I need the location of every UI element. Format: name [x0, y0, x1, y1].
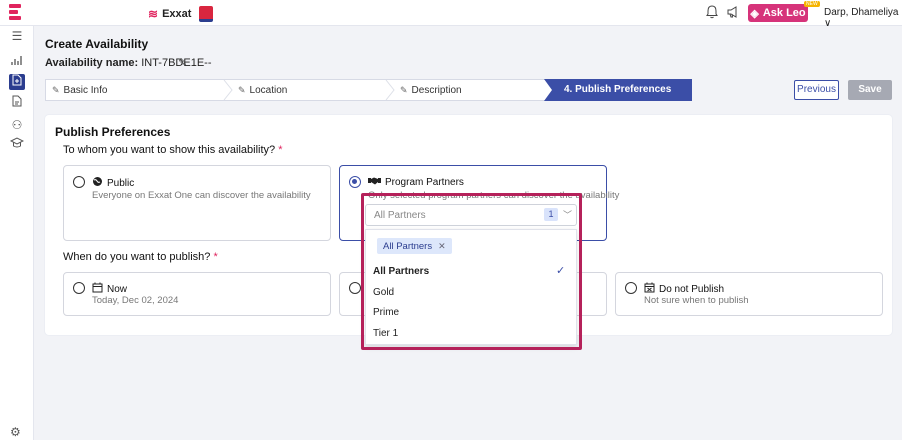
analytics-icon[interactable] [9, 54, 25, 70]
chevron-down-icon: ∨ [824, 18, 832, 29]
availability-name-value: INT-7BDE1E-- [141, 57, 212, 69]
option-label: Public [107, 177, 135, 189]
required-mark: * [278, 144, 283, 156]
do-not-publish-title: Do not Publish [644, 282, 724, 296]
step-basic-info[interactable]: ✎ Basic Info [52, 80, 107, 100]
step-label: Location [249, 85, 288, 96]
program-partners-option-title: Program Partners [368, 176, 464, 189]
pencil-icon: ✎ [52, 85, 60, 95]
handshake-icon [368, 176, 381, 189]
publish-question: When do you want to publish? * [63, 251, 218, 263]
user-name: Darp, Dhameliya [824, 7, 899, 18]
edit-pencil-icon[interactable]: ✎ [178, 56, 187, 69]
option-label: Now [107, 283, 128, 295]
step-publish-preferences[interactable]: 4. Publish Preferences [544, 79, 692, 101]
step-separator [385, 80, 395, 100]
ask-leo-label: Ask Leo [762, 7, 806, 19]
public-option[interactable]: Public Everyone on Exxat One can discove… [63, 165, 331, 241]
pencil-icon: ✎ [400, 85, 408, 95]
new-badge: NEW [804, 1, 820, 7]
document-icon[interactable] [9, 95, 25, 111]
publish-later-radio[interactable] [349, 282, 361, 294]
step-label: Basic Info [63, 85, 108, 96]
app-logo-icon[interactable] [9, 4, 21, 21]
bell-icon[interactable] [706, 5, 718, 22]
user-menu[interactable]: Darp, Dhameliya ∨ [824, 7, 902, 29]
step-label: Description [411, 85, 462, 96]
publish-now-title: Now [92, 282, 127, 296]
step-separator [223, 80, 233, 100]
sidebar: ☰ ⚇ [0, 26, 34, 440]
step-location[interactable]: ✎ Location [238, 80, 287, 100]
section-title: Publish Preferences [55, 125, 171, 139]
publish-now-option[interactable]: Now Today, Dec 02, 2024 [63, 272, 331, 316]
do-not-publish-option[interactable]: Do not Publish Not sure when to publish [615, 272, 883, 316]
publish-question-text: When do you want to publish? [63, 251, 211, 263]
do-not-publish-description: Not sure when to publish [644, 295, 749, 306]
globe-icon [92, 176, 103, 190]
save-button[interactable]: Save [848, 80, 892, 100]
hamburger-menu-icon[interactable]: ☰ [9, 28, 25, 44]
exxat-logo-icon: ≋ [148, 7, 159, 21]
create-document-icon[interactable] [9, 74, 25, 90]
do-not-publish-radio[interactable] [625, 282, 637, 294]
megaphone-icon[interactable] [726, 5, 740, 22]
previous-button[interactable]: Previous [794, 80, 839, 100]
step-wizard: ✎ Basic Info ✎ Location ✎ Description 4. Pu… [45, 79, 692, 101]
brand: ≋ Exxat [148, 6, 214, 22]
publish-now-radio[interactable] [73, 282, 85, 294]
public-option-description: Everyone on Exxat One can discover the a… [92, 190, 311, 201]
program-partners-radio[interactable] [349, 176, 361, 188]
audience-question-text: To whom you want to show this availabili… [63, 144, 276, 156]
publish-now-description: Today, Dec 02, 2024 [92, 295, 179, 306]
sparkle-icon: ◈ [750, 7, 759, 20]
pencil-icon: ✎ [238, 85, 246, 95]
users-icon[interactable]: ⚇ [9, 117, 25, 133]
school-crest-icon [199, 6, 214, 22]
public-radio[interactable] [73, 176, 85, 188]
page-title: Create Availability [45, 37, 149, 51]
ask-leo-button[interactable]: ◈ Ask Leo [748, 4, 808, 22]
availability-name-label: Availability name: [45, 57, 139, 69]
audience-question: To whom you want to show this availabili… [63, 144, 283, 156]
highlight-box [361, 193, 582, 350]
top-bar: ≋ Exxat ◈ Ask Leo NEW Darp, Dhameliya ∨ [0, 0, 902, 29]
graduation-cap-icon[interactable] [9, 137, 25, 153]
required-mark: * [213, 251, 218, 263]
calendar-x-icon [644, 282, 655, 296]
public-option-title: Public [92, 176, 134, 190]
option-label: Do not Publish [659, 283, 725, 295]
option-label: Program Partners [385, 177, 464, 188]
calendar-icon [92, 282, 103, 296]
step-description[interactable]: ✎ Description [400, 80, 462, 100]
settings-gear-icon[interactable]: ⚙ [10, 425, 21, 439]
brand-name: Exxat [162, 8, 192, 20]
